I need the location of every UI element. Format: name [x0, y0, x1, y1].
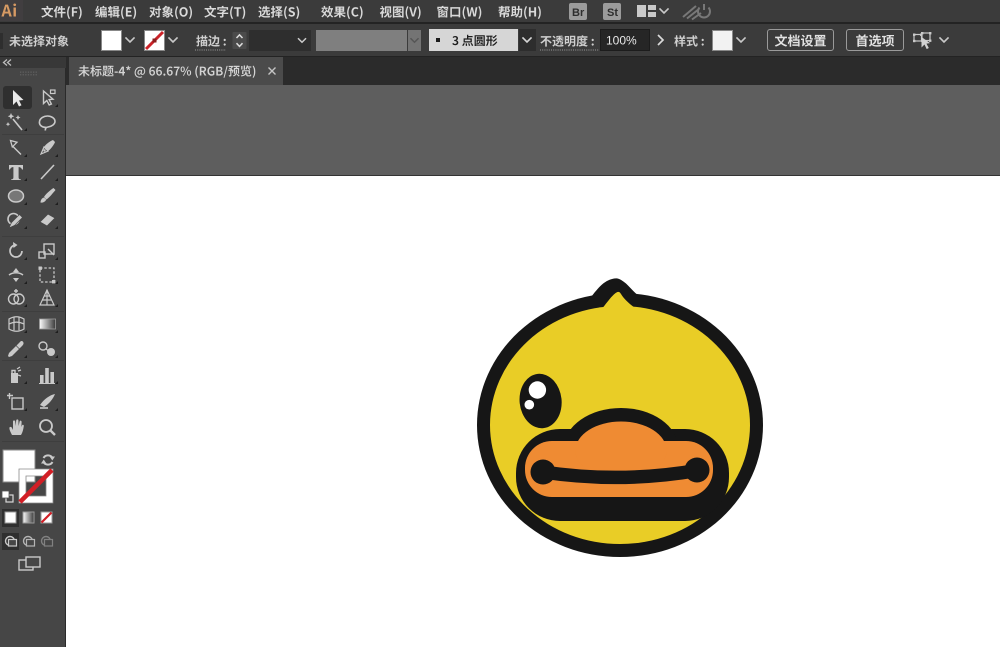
svg-text:St: St	[607, 7, 618, 19]
svg-text:Br: Br	[572, 7, 585, 19]
svg-text:100%: 100%	[606, 34, 637, 48]
